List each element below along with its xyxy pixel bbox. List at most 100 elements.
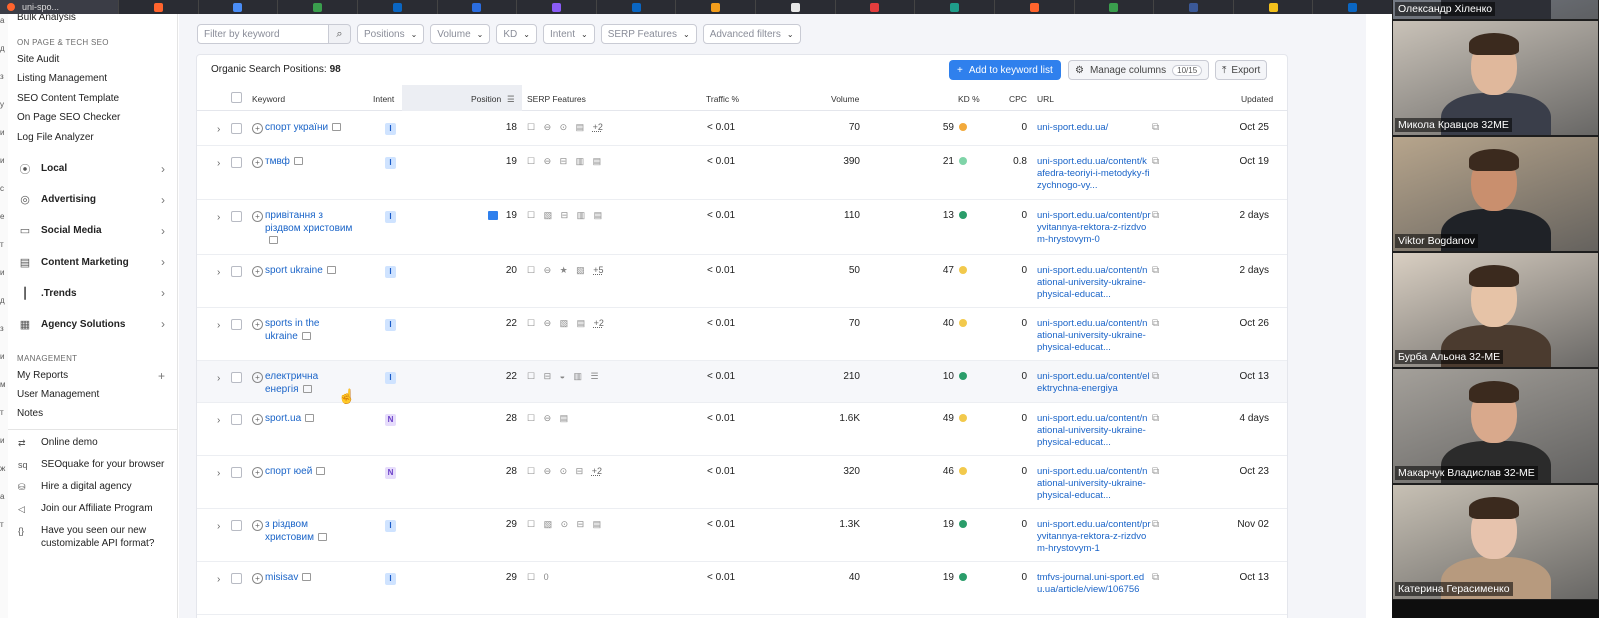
filter-dropdown-volume[interactable]: Volume ⌄	[430, 24, 491, 44]
sidebar-section-agency-solutions[interactable]: ▦ Agency Solutions ›	[8, 309, 177, 340]
external-link-icon[interactable]: ⧉	[1152, 210, 1159, 221]
plus-icon[interactable]: +	[158, 369, 165, 383]
url-link[interactable]: uni-sport.edu.ua/	[1037, 122, 1151, 134]
column-volume[interactable]: Volume	[831, 94, 859, 104]
select-all-checkbox[interactable]	[231, 92, 242, 103]
chevron-right-icon[interactable]: ›	[217, 574, 220, 585]
serp-more-link[interactable]: +2	[593, 122, 603, 132]
filter-dropdown-serp-features[interactable]: SERP Features ⌄	[600, 24, 697, 44]
browser-tab[interactable]	[834, 0, 915, 14]
add-keyword-icon[interactable]: +	[252, 573, 263, 584]
keyword-link[interactable]: misisav	[265, 572, 353, 585]
keyword-link[interactable]: з різдвом христовим	[265, 519, 353, 544]
external-link-icon[interactable]: ⧉	[1152, 466, 1159, 477]
manage-columns-button[interactable]: ⚙ Manage columns 10/15	[1068, 60, 1210, 80]
add-to-keyword-list-button[interactable]: + Add to keyword list	[949, 60, 1061, 80]
sidebar-section-local[interactable]: ⦿ Local ›	[8, 153, 177, 184]
keyword-link[interactable]: спорт україни	[265, 122, 353, 135]
url-link[interactable]: uni-sport.edu.ua/content/national-univer…	[1037, 466, 1151, 502]
serp-snapshot-icon[interactable]	[305, 414, 315, 423]
add-keyword-icon[interactable]: +	[252, 520, 263, 531]
serp-snapshot-icon[interactable]	[326, 266, 336, 275]
serp-snapshot-icon[interactable]	[302, 573, 312, 582]
url-link[interactable]: uni-sport.edu.ua/content/pryvitannya-rek…	[1037, 210, 1151, 246]
sidebar-link-seo-content-template[interactable]: SEO Content Template	[8, 89, 177, 108]
keyword-filter-input[interactable]: Filter by keyword	[197, 24, 329, 44]
url-link[interactable]: uni-sport.edu.ua/content/national-univer…	[1037, 265, 1151, 301]
serp-snapshot-icon[interactable]	[269, 236, 278, 245]
chevron-right-icon[interactable]: ›	[217, 267, 220, 278]
serp-snapshot-icon[interactable]	[332, 123, 342, 132]
column-position[interactable]: Position	[471, 94, 501, 104]
browser-tab-active[interactable]: uni-spo...	[0, 0, 118, 14]
row-checkbox[interactable]	[231, 573, 242, 584]
sidebar-promo-item[interactable]: ⇄ Online demo	[8, 432, 177, 454]
sidebar-promo-item[interactable]: {} Have you seen our new customizable API…	[8, 520, 177, 554]
external-link-icon[interactable]: ⧉	[1152, 371, 1159, 382]
sidebar-link-my-reports[interactable]: My Reports +	[8, 366, 177, 385]
browser-tab[interactable]	[595, 0, 676, 14]
column-kd[interactable]: KD %	[958, 94, 980, 104]
browser-tab[interactable]	[675, 0, 755, 14]
browser-tab[interactable]	[118, 0, 198, 14]
url-link[interactable]: uni-sport.edu.ua/content/elektrychna-ene…	[1037, 371, 1151, 395]
filter-dropdown-kd[interactable]: KD ⌄	[496, 24, 537, 44]
sidebar-link-notes[interactable]: Notes	[8, 404, 177, 423]
add-keyword-icon[interactable]: +	[252, 319, 263, 330]
browser-tab[interactable]	[1073, 0, 1154, 14]
row-checkbox[interactable]	[231, 319, 242, 330]
chevron-right-icon[interactable]: ›	[217, 124, 220, 135]
serp-more-link[interactable]: +2	[594, 318, 604, 328]
filter-dropdown-intent[interactable]: Intent ⌄	[542, 24, 595, 44]
browser-tab[interactable]	[197, 0, 278, 14]
serp-more-link[interactable]: +5	[593, 265, 603, 275]
search-icon[interactable]: ⌕	[329, 24, 351, 44]
export-button[interactable]: ⤒ Export	[1215, 60, 1268, 80]
sidebar-link-site-audit[interactable]: Site Audit	[8, 50, 177, 69]
external-link-icon[interactable]: ⧉	[1152, 572, 1159, 583]
serp-more-link[interactable]: +2	[592, 466, 602, 476]
browser-tab[interactable]	[277, 0, 357, 14]
row-checkbox[interactable]	[231, 157, 242, 168]
add-keyword-icon[interactable]: +	[252, 211, 263, 222]
add-keyword-icon[interactable]: +	[252, 372, 263, 383]
chevron-right-icon[interactable]: ›	[217, 158, 220, 169]
chevron-right-icon[interactable]: ›	[217, 468, 220, 479]
chevron-right-icon[interactable]: ›	[217, 521, 220, 532]
column-keyword[interactable]: Keyword	[252, 94, 285, 104]
browser-tab[interactable]	[1232, 0, 1313, 14]
chevron-right-icon[interactable]: ›	[217, 212, 220, 223]
browser-tab[interactable]	[436, 0, 517, 14]
serp-snapshot-icon[interactable]	[302, 384, 312, 393]
row-checkbox[interactable]	[231, 123, 242, 134]
sidebar-section-content-marketing[interactable]: ▤ Content Marketing ›	[8, 247, 177, 278]
row-checkbox[interactable]	[231, 211, 242, 222]
url-link[interactable]: uni-sport.edu.ua/content/pryvitannya-rek…	[1037, 519, 1151, 555]
browser-tab[interactable]	[516, 0, 596, 14]
serp-snapshot-icon[interactable]	[301, 331, 311, 340]
keyword-link[interactable]: sport ukraine	[265, 265, 353, 278]
add-keyword-icon[interactable]: +	[252, 467, 263, 478]
external-link-icon[interactable]: ⧉	[1152, 519, 1159, 530]
chevron-right-icon[interactable]: ›	[217, 373, 220, 384]
sidebar-link-user-management[interactable]: User Management	[8, 385, 177, 404]
add-keyword-icon[interactable]: +	[252, 414, 263, 425]
external-link-icon[interactable]: ⧉	[1152, 156, 1159, 167]
column-updated[interactable]: Updated	[1241, 94, 1273, 104]
column-cpc[interactable]: CPC	[1009, 94, 1027, 104]
column-serp-features[interactable]: SERP Features	[527, 94, 586, 104]
keyword-link[interactable]: sports in the ukraine	[265, 318, 353, 343]
sidebar-section-advertising[interactable]: ◎ Advertising ›	[8, 184, 177, 215]
keyword-link[interactable]: sport.ua	[265, 413, 353, 426]
sidebar-section-social-media[interactable]: ▭ Social Media ›	[8, 215, 177, 246]
url-link[interactable]: uni-sport.edu.ua/content/national-univer…	[1037, 413, 1151, 449]
row-checkbox[interactable]	[231, 266, 242, 277]
browser-tab[interactable]	[914, 0, 994, 14]
row-checkbox[interactable]	[231, 467, 242, 478]
row-checkbox[interactable]	[231, 414, 242, 425]
browser-tab[interactable]	[993, 0, 1074, 14]
browser-tab[interactable]	[755, 0, 835, 14]
keyword-link[interactable]: привітання з різдвом христовим	[265, 210, 353, 248]
add-keyword-icon[interactable]: +	[252, 266, 263, 277]
browser-tab[interactable]	[356, 0, 437, 14]
